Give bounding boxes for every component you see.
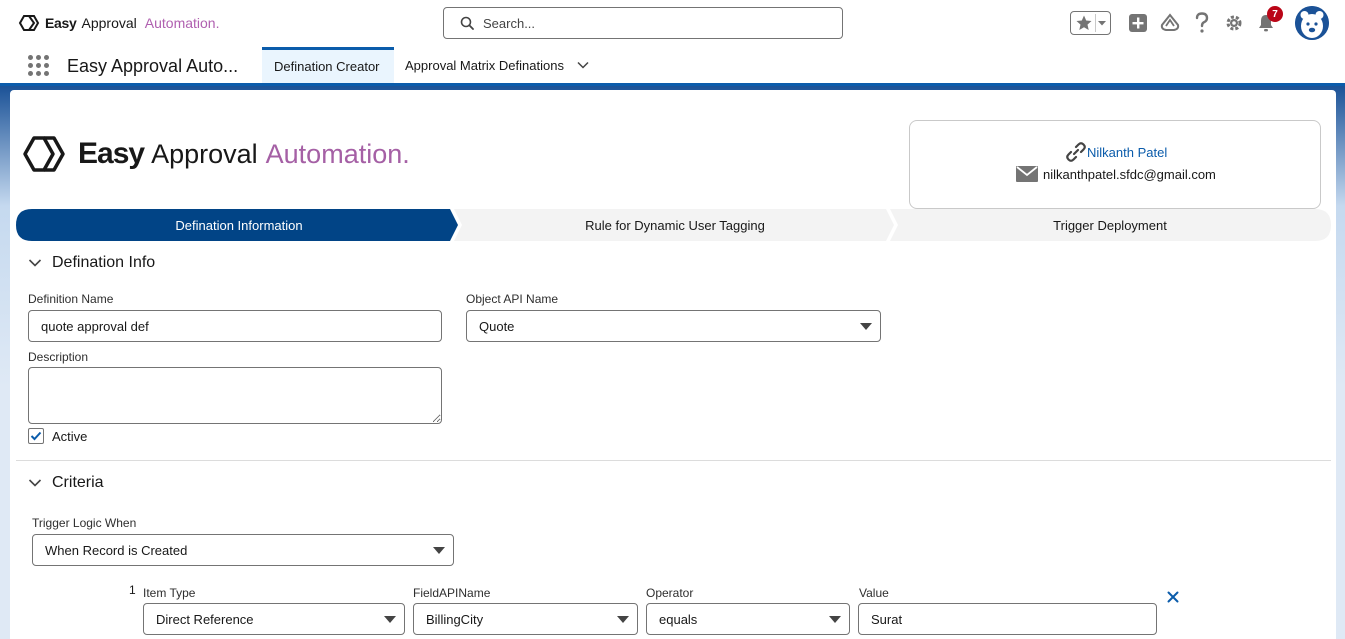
- object-api-name-select[interactable]: Quote: [466, 310, 881, 342]
- header-utility-icons: 7: [1070, 5, 1329, 41]
- path-step-rule-dynamic-user-tagging[interactable]: Rule for Dynamic User Tagging: [462, 209, 888, 241]
- help-icon[interactable]: [1191, 12, 1213, 34]
- contact-email: nilkanthpatel.sfdc@gmail.com: [1043, 166, 1216, 182]
- tab-approval-matrix-definations[interactable]: Approval Matrix Definations: [393, 47, 601, 83]
- logo-text-mid: Approval: [151, 138, 258, 169]
- star-icon[interactable]: [1075, 14, 1093, 32]
- path-step-trigger-deployment[interactable]: Trigger Deployment: [896, 209, 1324, 241]
- app-name: Easy Approval Auto...: [67, 56, 239, 76]
- brand-mark-icon: [23, 136, 65, 172]
- caret-down-icon: [860, 323, 872, 330]
- active-checkbox-row[interactable]: Active: [28, 428, 87, 444]
- path-step-defination-information[interactable]: Defination Information: [16, 209, 462, 241]
- chevron-down-icon[interactable]: [1097, 18, 1107, 28]
- app-launcher-icon[interactable]: [28, 55, 50, 77]
- brand-logo[interactable]: Easy Approval Automation.: [18, 13, 219, 33]
- value-label: Value: [859, 586, 889, 600]
- active-label: Active: [52, 428, 88, 444]
- item-type-label: Item Type: [143, 586, 196, 600]
- field-api-name-label: FieldAPIName: [413, 586, 491, 600]
- trigger-logic-select[interactable]: When Record is Created: [32, 534, 454, 566]
- chevron-down-icon: [28, 258, 42, 268]
- active-checkbox[interactable]: [28, 428, 44, 444]
- chevron-down-icon: [28, 478, 42, 488]
- favorites-button[interactable]: [1070, 11, 1111, 35]
- criteria-row-number: 1: [129, 583, 136, 597]
- checkmark-icon: [30, 431, 42, 441]
- global-search[interactable]: [443, 7, 843, 39]
- select-value: Direct Reference: [156, 611, 254, 627]
- brand-text-bold: Easy: [45, 15, 77, 31]
- email-icon: [1016, 166, 1038, 182]
- item-type-select[interactable]: Direct Reference: [143, 603, 405, 635]
- operator-select[interactable]: equals: [646, 603, 850, 635]
- section-divider: [16, 460, 1331, 461]
- notification-badge: 7: [1267, 6, 1283, 22]
- brand-mark-icon: [18, 15, 40, 31]
- trigger-logic-label: Trigger Logic When: [32, 516, 137, 530]
- chevron-down-icon[interactable]: [577, 61, 589, 69]
- app-nav-bar: Easy Approval Auto... Defination Creator…: [0, 47, 1345, 86]
- tab-defination-creator[interactable]: Defination Creator: [262, 47, 394, 83]
- remove-row-icon[interactable]: [1166, 590, 1180, 604]
- field-api-name-select[interactable]: BillingCity: [413, 603, 638, 635]
- add-icon[interactable]: [1127, 12, 1149, 34]
- search-icon: [460, 16, 474, 30]
- definition-name-label: Definition Name: [28, 292, 114, 306]
- value-input[interactable]: [858, 603, 1157, 635]
- progress-path: Defination Information Rule for Dynamic …: [16, 209, 1331, 241]
- select-value: When Record is Created: [45, 542, 188, 558]
- search-input[interactable]: [483, 15, 823, 31]
- section-defination-info-toggle[interactable]: Defination Info: [28, 254, 155, 272]
- global-header: Easy Approval Automation. Search... 7: [0, 0, 1345, 47]
- trailhead-icon[interactable]: [1159, 12, 1181, 34]
- caret-down-icon: [617, 616, 629, 623]
- select-value: equals: [659, 611, 698, 627]
- avatar[interactable]: [1295, 6, 1329, 40]
- caret-down-icon: [829, 616, 841, 623]
- brand-text-accent: Automation.: [144, 15, 220, 31]
- contact-email-row: nilkanthpatel.sfdc@gmail.com: [1016, 166, 1216, 182]
- tab-label: Approval Matrix Definations: [405, 57, 564, 73]
- link-icon: [1066, 142, 1086, 162]
- logo-text-bold: Easy: [78, 137, 145, 170]
- description-textarea[interactable]: [28, 367, 442, 424]
- caret-down-icon: [433, 547, 445, 554]
- contact-name-row: Nilkanth Patel: [1065, 141, 1167, 163]
- description-label: Description: [28, 350, 89, 364]
- app-logo: Easy Approval Automation.: [22, 134, 410, 174]
- notifications-bell[interactable]: 7: [1255, 6, 1283, 34]
- select-value: Quote: [479, 318, 515, 334]
- contact-name-link[interactable]: Nilkanth Patel: [1087, 145, 1167, 160]
- select-value: BillingCity: [426, 611, 484, 627]
- caret-down-icon: [384, 616, 396, 623]
- section-criteria-toggle[interactable]: Criteria: [28, 474, 104, 492]
- contact-card: Nilkanth Patel nilkanthpatel.sfdc@gmail.…: [909, 120, 1321, 209]
- brand-text-mid: Approval: [81, 15, 137, 31]
- gear-icon[interactable]: [1223, 12, 1245, 34]
- section-title: Criteria: [52, 474, 104, 491]
- definition-name-input[interactable]: [28, 310, 442, 342]
- logo-text-accent: Automation.: [265, 138, 410, 169]
- operator-label: Operator: [646, 586, 694, 600]
- section-title: Defination Info: [52, 254, 156, 271]
- object-api-name-label: Object API Name: [466, 292, 559, 306]
